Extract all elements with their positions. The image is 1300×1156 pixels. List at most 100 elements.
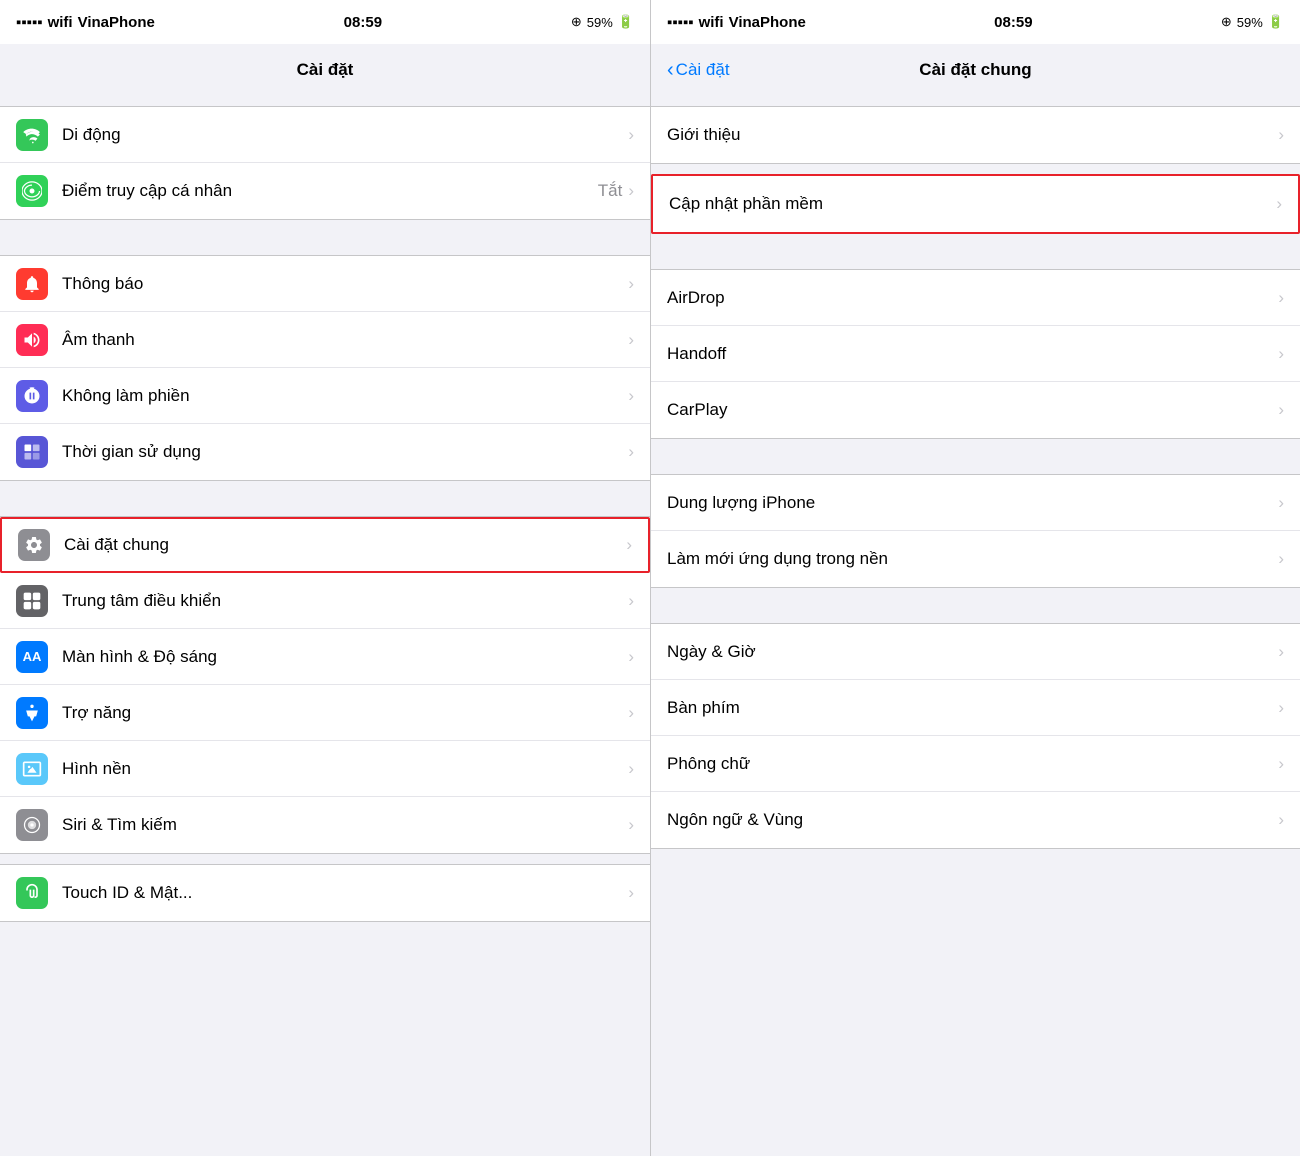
hotspot-label: Điểm truy cập cá nhân: [62, 181, 598, 201]
ban-phim-chevron: ›: [1278, 698, 1284, 718]
right-nav-header: ‹ Cài đặt Cài đặt chung: [651, 44, 1300, 96]
right-row-ngay-gio[interactable]: Ngày & Giờ ›: [651, 624, 1300, 680]
di-dong-icon: [16, 119, 48, 151]
right-settings-content: Giới thiệu › Cập nhật phần mềm › AirDrop…: [651, 96, 1300, 1156]
ban-phim-label: Bàn phím: [667, 698, 1278, 718]
right-row-airdrop[interactable]: AirDrop ›: [651, 270, 1300, 326]
gioi-thieu-label: Giới thiệu: [667, 125, 1278, 145]
cap-nhat-chevron: ›: [1276, 194, 1282, 214]
battery-icon: 🔋: [618, 14, 634, 30]
left-row-trung-tam[interactable]: Trung tâm điều khiển ›: [0, 573, 650, 629]
cap-nhat-label: Cập nhật phần mềm: [669, 194, 1276, 214]
cai-dat-chung-icon: [18, 529, 50, 561]
dung-luong-chevron: ›: [1278, 493, 1284, 513]
left-row-hotspot[interactable]: Điểm truy cập cá nhân Tắt ›: [0, 163, 650, 219]
khong-lam-phien-label: Không làm phiền: [62, 386, 628, 406]
hotspot-value: Tắt: [598, 181, 623, 201]
back-button[interactable]: ‹ Cài đặt: [667, 60, 730, 80]
left-row-man-hinh[interactable]: AA Màn hình & Độ sáng ›: [0, 629, 650, 685]
gap3: [0, 481, 650, 516]
left-row-thoi-gian[interactable]: Thời gian sử dụng ›: [0, 424, 650, 480]
thoi-gian-label: Thời gian sử dụng: [62, 442, 628, 462]
right-row-gioi-thieu[interactable]: Giới thiệu ›: [651, 107, 1300, 163]
hotspot-icon: [16, 175, 48, 207]
phong-chu-chevron: ›: [1278, 754, 1284, 774]
siri-label: Siri & Tìm kiếm: [62, 815, 628, 835]
left-row-cai-dat-chung[interactable]: Cài đặt chung ›: [0, 517, 650, 573]
right-section-datetime: Ngày & Giờ › Bàn phím › Phông chữ › Ngôn…: [651, 623, 1300, 849]
di-dong-chevron: ›: [628, 125, 634, 145]
man-hinh-chevron: ›: [628, 647, 634, 667]
left-section-notifications: Thông báo › Âm thanh › Không làm phiền ›: [0, 255, 650, 481]
cai-dat-chung-chevron: ›: [626, 535, 632, 555]
right-row-cap-nhat[interactable]: Cập nhật phần mềm ›: [653, 176, 1298, 232]
left-section-mobile: Di động › Điểm truy cập cá nhân Tắt ›: [0, 106, 650, 220]
right-time: 08:59: [994, 14, 1032, 31]
gap2: [0, 220, 650, 255]
gioi-thieu-chevron: ›: [1278, 125, 1284, 145]
left-time: 08:59: [344, 14, 382, 31]
left-nav-title: Cài đặt: [297, 60, 354, 80]
right-battery-icon: 🔋: [1268, 14, 1284, 30]
phong-chu-label: Phông chữ: [667, 754, 1278, 774]
tro-nang-label: Trợ năng: [62, 703, 628, 723]
hotspot-chevron: ›: [628, 181, 634, 201]
ngon-ngu-label: Ngôn ngữ & Vùng: [667, 810, 1278, 830]
right-nav-title: Cài đặt chung: [919, 60, 1031, 80]
dung-luong-label: Dung lượng iPhone: [667, 493, 1278, 513]
hinh-nen-label: Hình nền: [62, 759, 628, 779]
right-row-lam-moi[interactable]: Làm mới ứng dụng trong nền ›: [651, 531, 1300, 587]
right-wifi-icon: wifi: [699, 14, 724, 31]
thong-bao-chevron: ›: [628, 274, 634, 294]
right-gap4: [651, 588, 1300, 623]
cai-dat-chung-label: Cài đặt chung: [64, 535, 626, 555]
left-row-siri[interactable]: Siri & Tìm kiếm ›: [0, 797, 650, 853]
gap1: [0, 96, 650, 106]
gap4: [0, 854, 650, 864]
di-dong-label: Di động: [62, 125, 628, 145]
left-row-am-thanh[interactable]: Âm thanh ›: [0, 312, 650, 368]
left-row-di-dong[interactable]: Di động ›: [0, 107, 650, 163]
right-row-carplay[interactable]: CarPlay ›: [651, 382, 1300, 438]
hinh-nen-chevron: ›: [628, 759, 634, 779]
left-row-touch-id[interactable]: Touch ID & Mật... ›: [0, 865, 650, 921]
siri-icon: [16, 809, 48, 841]
man-hinh-icon: AA: [16, 641, 48, 673]
right-gap1: [651, 96, 1300, 106]
signal-icon: ▪▪▪▪▪: [16, 14, 43, 31]
carrier-name: VinaPhone: [78, 14, 155, 31]
touch-id-icon: [16, 877, 48, 909]
right-gap3: [651, 439, 1300, 474]
tro-nang-icon: [16, 697, 48, 729]
left-row-hinh-nen[interactable]: Hình nền ›: [0, 741, 650, 797]
hinh-nen-icon: [16, 753, 48, 785]
battery-percent: 59%: [587, 15, 613, 30]
thong-bao-label: Thông báo: [62, 274, 628, 294]
right-row-ban-phim[interactable]: Bàn phím ›: [651, 680, 1300, 736]
right-section-connectivity: AirDrop › Handoff › CarPlay ›: [651, 269, 1300, 439]
right-gap2: [651, 234, 1300, 269]
left-row-khong-lam-phien[interactable]: Không làm phiền ›: [0, 368, 650, 424]
right-row-phong-chu[interactable]: Phông chữ ›: [651, 736, 1300, 792]
right-carrier: ▪▪▪▪▪ wifi VinaPhone: [667, 14, 806, 31]
touch-id-chevron: ›: [628, 883, 634, 903]
left-status-bar: ▪▪▪▪▪ wifi VinaPhone 08:59 ⊕ 59% 🔋: [0, 0, 650, 44]
left-row-thong-bao[interactable]: Thông báo ›: [0, 256, 650, 312]
right-section-storage: Dung lượng iPhone › Làm mới ứng dụng tro…: [651, 474, 1300, 588]
right-row-handoff[interactable]: Handoff ›: [651, 326, 1300, 382]
handoff-chevron: ›: [1278, 344, 1284, 364]
right-location-icon: ⊕: [1221, 14, 1232, 30]
right-row-dung-luong[interactable]: Dung lượng iPhone ›: [651, 475, 1300, 531]
left-settings-content: Di động › Điểm truy cập cá nhân Tắt › Th…: [0, 96, 650, 1156]
wifi-icon: wifi: [48, 14, 73, 31]
right-status-bar: ▪▪▪▪▪ wifi VinaPhone 08:59 ⊕ 59% 🔋: [651, 0, 1300, 44]
tro-nang-chevron: ›: [628, 703, 634, 723]
am-thanh-label: Âm thanh: [62, 330, 628, 350]
trung-tam-icon: [16, 585, 48, 617]
left-row-tro-nang[interactable]: Trợ năng ›: [0, 685, 650, 741]
right-battery-area: ⊕ 59% 🔋: [1221, 14, 1284, 30]
right-row-ngon-ngu[interactable]: Ngôn ngữ & Vùng ›: [651, 792, 1300, 848]
back-label: Cài đặt: [676, 60, 730, 80]
khong-lam-phien-icon: [16, 380, 48, 412]
right-panel: ▪▪▪▪▪ wifi VinaPhone 08:59 ⊕ 59% 🔋 ‹ Cài…: [650, 0, 1300, 1156]
